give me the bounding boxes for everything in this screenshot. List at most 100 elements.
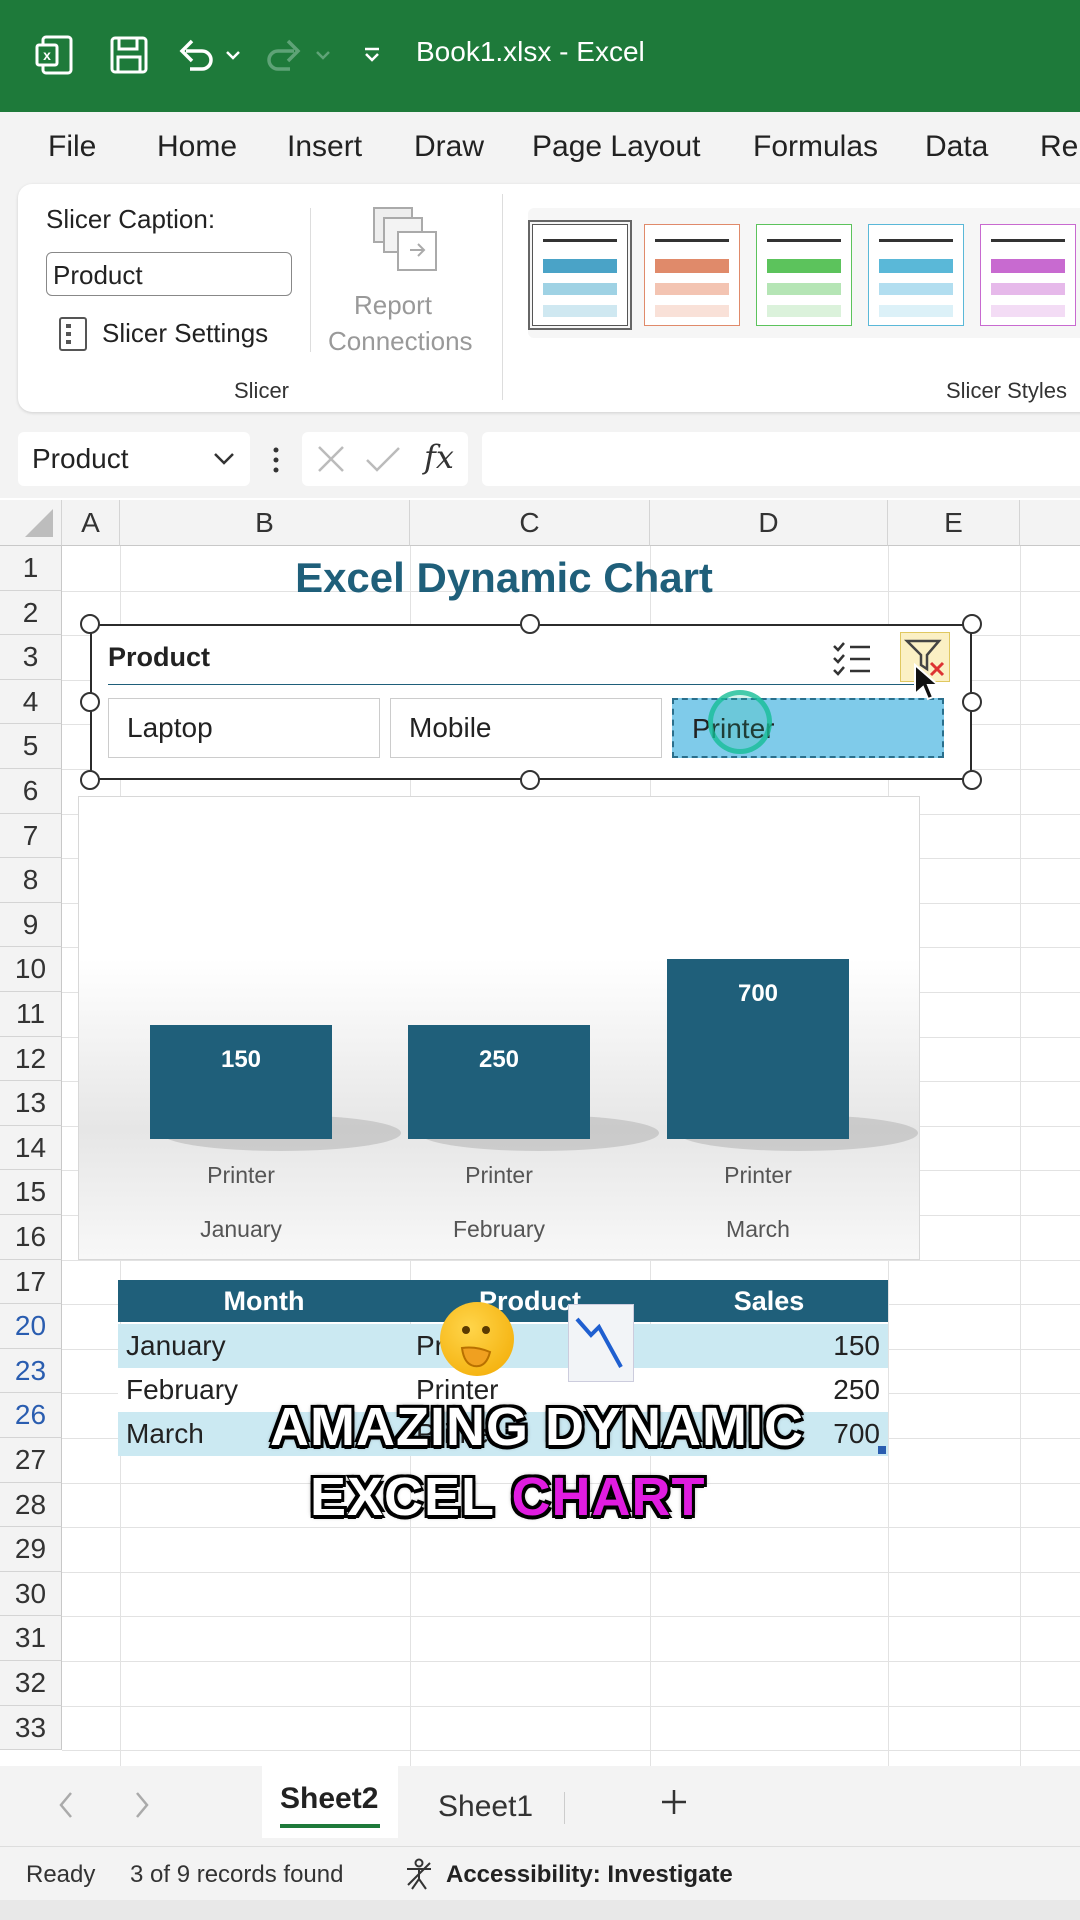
slicer-caption-input[interactable]: Product	[46, 252, 292, 296]
excel-logo-icon[interactable]: x	[34, 30, 76, 80]
resize-handle[interactable]	[520, 770, 540, 790]
row-header-32[interactable]: 32	[0, 1661, 62, 1706]
slicer-item-laptop[interactable]: Laptop	[108, 698, 380, 758]
name-box[interactable]: Product	[18, 432, 250, 486]
resize-handle[interactable]	[80, 692, 100, 712]
add-sheet-icon[interactable]	[658, 1786, 690, 1823]
resize-handle[interactable]	[520, 614, 540, 634]
slicer-style-4[interactable]	[868, 224, 964, 326]
insert-function-icon[interactable]: fx	[424, 438, 454, 476]
column-header-a[interactable]: A	[62, 500, 120, 546]
cell-sales[interactable]: 150	[833, 1324, 880, 1368]
row-header-17[interactable]: 17	[0, 1259, 62, 1305]
row-header-9[interactable]: 9	[0, 902, 62, 948]
column-header-d[interactable]: D	[650, 500, 888, 546]
undo-dropdown-icon[interactable]	[222, 30, 244, 80]
chevron-left-icon[interactable]	[56, 1788, 76, 1827]
tab-home[interactable]: Home	[157, 130, 237, 164]
sheet-tab-sheet2[interactable]: Sheet2	[262, 1766, 398, 1838]
x-tick-label-month: January	[200, 1216, 282, 1242]
row-header-11[interactable]: 11	[0, 992, 62, 1037]
column-header-c[interactable]: C	[410, 500, 650, 546]
tab-page-layout[interactable]: Page Layout	[532, 130, 700, 164]
tab-formulas[interactable]: Formulas	[753, 130, 878, 164]
accessibility-icon[interactable]	[402, 1857, 436, 1896]
cell-month[interactable]: January	[126, 1324, 226, 1368]
tab-insert[interactable]: Insert	[287, 130, 362, 164]
chart-plot: 150 Printer January 250 Printer February 700 Pr…	[150, 959, 918, 1242]
row-header-12[interactable]: 12	[0, 1036, 62, 1082]
status-accessibility[interactable]: Accessibility: Investigate	[446, 1861, 733, 1889]
row-header-28[interactable]: 28	[0, 1482, 62, 1528]
row-header-16[interactable]: 16	[0, 1215, 62, 1260]
row-header-20[interactable]: 20	[0, 1304, 62, 1349]
cell-month[interactable]: February	[126, 1368, 238, 1412]
row-header-15[interactable]: 15	[0, 1170, 62, 1215]
row-header-8[interactable]: 8	[0, 858, 62, 903]
customize-toolbar-icon[interactable]	[360, 30, 384, 80]
redo-icon[interactable]	[262, 30, 306, 80]
slicer-style-1[interactable]	[528, 220, 632, 330]
select-all-corner[interactable]	[0, 500, 62, 546]
row-header-5[interactable]: 5	[0, 724, 62, 769]
undo-icon[interactable]	[174, 30, 218, 80]
row-header-2[interactable]: 2	[0, 590, 62, 636]
row-header-6[interactable]: 6	[0, 769, 62, 814]
redo-dropdown-icon[interactable]	[312, 30, 334, 80]
enter-icon[interactable]	[364, 442, 402, 481]
column-header-b[interactable]: B	[120, 500, 410, 546]
slicer-style-5[interactable]	[980, 224, 1076, 326]
resize-handle[interactable]	[962, 770, 982, 790]
row-header-3[interactable]: 3	[0, 635, 62, 680]
multi-select-icon[interactable]	[830, 636, 874, 685]
tab-data[interactable]: Data	[925, 130, 988, 164]
row-header-10[interactable]: 10	[0, 947, 62, 992]
resize-handle[interactable]	[962, 614, 982, 634]
report-connections-button[interactable]: Report Connections	[328, 196, 473, 356]
row-header-29[interactable]: 29	[0, 1527, 62, 1572]
row-header-1[interactable]: 1	[0, 546, 62, 591]
gridline	[62, 1661, 1080, 1662]
row-header-13[interactable]: 13	[0, 1081, 62, 1126]
tab-file[interactable]: File	[48, 130, 96, 164]
chart-bar[interactable]	[150, 1025, 332, 1139]
row-header-4[interactable]: 4	[0, 679, 62, 725]
slicer-settings-icon	[58, 316, 88, 357]
column-header-f[interactable]	[1020, 500, 1080, 546]
save-icon[interactable]	[108, 30, 150, 80]
row-header-31[interactable]: 31	[0, 1616, 62, 1661]
row-header-14[interactable]: 14	[0, 1125, 62, 1171]
slicer-style-3[interactable]	[756, 224, 852, 326]
cell-sales[interactable]: 700	[833, 1412, 880, 1456]
product-slicer[interactable]: Product Laptop Mobile Printer	[90, 624, 972, 780]
cell-month[interactable]: March	[126, 1412, 204, 1456]
more-options-icon[interactable]	[270, 440, 282, 485]
tab-review[interactable]: Re	[1040, 130, 1078, 164]
resize-handle[interactable]	[962, 692, 982, 712]
resize-handle[interactable]	[80, 614, 100, 634]
row-header-27[interactable]: 27	[0, 1438, 62, 1483]
divider	[564, 1792, 565, 1824]
report-connections-icon	[370, 204, 440, 279]
row-header-33[interactable]: 33	[0, 1705, 62, 1751]
slicer-style-2[interactable]	[644, 224, 740, 326]
tab-draw[interactable]: Draw	[414, 130, 484, 164]
slicer-item-mobile[interactable]: Mobile	[390, 698, 662, 758]
chevron-right-icon[interactable]	[132, 1788, 152, 1827]
column-header-e[interactable]: E	[888, 500, 1020, 546]
row-header-30[interactable]: 30	[0, 1571, 62, 1617]
row-header-7[interactable]: 7	[0, 813, 62, 859]
chevron-down-icon[interactable]	[212, 436, 236, 500]
formula-input[interactable]	[482, 432, 1080, 486]
row-header-23[interactable]: 23	[0, 1348, 62, 1394]
table-header-month[interactable]: Month	[118, 1280, 410, 1322]
table-header-sales[interactable]: Sales	[650, 1280, 888, 1322]
table-resize-handle[interactable]	[878, 1446, 886, 1454]
chart-bar[interactable]	[408, 1025, 590, 1139]
dynamic-chart[interactable]: 150 Printer January 250 Printer February 700 Pr…	[78, 796, 920, 1260]
cancel-icon[interactable]	[314, 442, 348, 481]
row-header-26[interactable]: 26	[0, 1393, 62, 1438]
sheet-tab-sheet1[interactable]: Sheet1	[420, 1774, 560, 1838]
cell-sales[interactable]: 250	[833, 1368, 880, 1412]
resize-handle[interactable]	[80, 770, 100, 790]
